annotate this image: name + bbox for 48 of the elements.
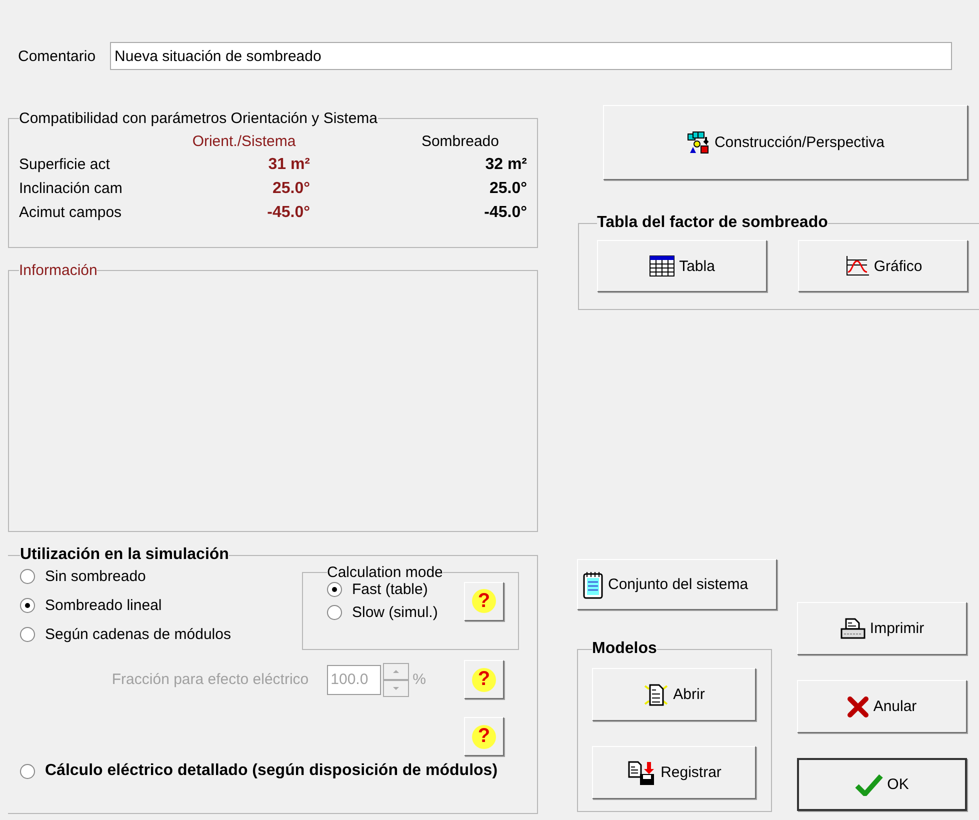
fraction-label: Fracción para efecto eléctrico — [112, 671, 309, 688]
group-title: Tabla del factor de sombreado — [597, 214, 828, 232]
value-cell-text: 31 m² — [267, 156, 311, 174]
group-title: Compatibilidad con parámetros Orientación y Sistema — [19, 110, 378, 127]
notepad-icon — [582, 570, 604, 598]
save-icon — [626, 760, 657, 786]
value-cell-text: -45.0° — [483, 204, 527, 222]
value-cell-text: 25.0° — [488, 180, 527, 198]
radio-option[interactable]: Según cadenas de módulos — [20, 626, 231, 643]
group-title: Información — [19, 262, 98, 279]
system-button[interactable]: Conjunto del sistema — [577, 559, 777, 610]
check-icon — [855, 774, 884, 796]
help-button[interactable]: ? — [464, 717, 504, 756]
row-label: Acimut campos — [19, 204, 123, 222]
shading-table-button[interactable]: Gráfico — [798, 240, 968, 292]
column-header: Sombreado — [420, 133, 500, 150]
document-icon — [643, 682, 670, 708]
column-header: Orient./Sistema — [191, 133, 297, 150]
value-cell-text: -45.0° — [266, 204, 311, 222]
help-button[interactable]: ? — [464, 582, 504, 620]
shading-table-button[interactable]: Tabla — [597, 240, 767, 292]
model-button[interactable]: Abrir — [592, 668, 756, 721]
radio-option[interactable]: Cálculo eléctrico detallado (según disposición de módulos) — [20, 762, 519, 780]
action-button[interactable]: Anular — [797, 680, 967, 733]
comment-field[interactable]: Nueva situación de sombreado — [110, 42, 952, 70]
construction-button[interactable]: Construcción/Perspectiva — [603, 105, 968, 180]
radio-option[interactable]: Fast (table) — [327, 581, 438, 598]
row-label: Superficie act — [19, 156, 111, 174]
radio-option[interactable]: Sombreado lineal — [20, 597, 231, 614]
model-button[interactable]: Registrar — [592, 746, 756, 799]
unit-label: % — [412, 671, 426, 688]
row-label: Inclinación cam — [19, 180, 124, 198]
chart-icon — [844, 255, 870, 277]
table-icon — [649, 255, 676, 277]
value-cell-text: 32 m² — [484, 156, 527, 174]
action-button[interactable]: OK — [797, 758, 967, 811]
radio-option[interactable]: Slow (simul.) — [327, 604, 438, 621]
value-cell-text: 25.0° — [271, 180, 311, 198]
action-button[interactable]: Imprimir — [797, 602, 967, 655]
spinner-icon[interactable] — [382, 662, 409, 696]
radio-option[interactable]: Sin sombreado — [20, 568, 231, 585]
printer-icon — [840, 616, 866, 640]
group-title: Utilización en la simulación — [20, 546, 229, 564]
group-title: Calculation mode — [327, 564, 443, 581]
cross-icon — [847, 696, 870, 718]
blocks-icon — [686, 130, 710, 154]
group-title: Modelos — [592, 640, 657, 658]
comment-label: Comentario — [18, 48, 96, 64]
